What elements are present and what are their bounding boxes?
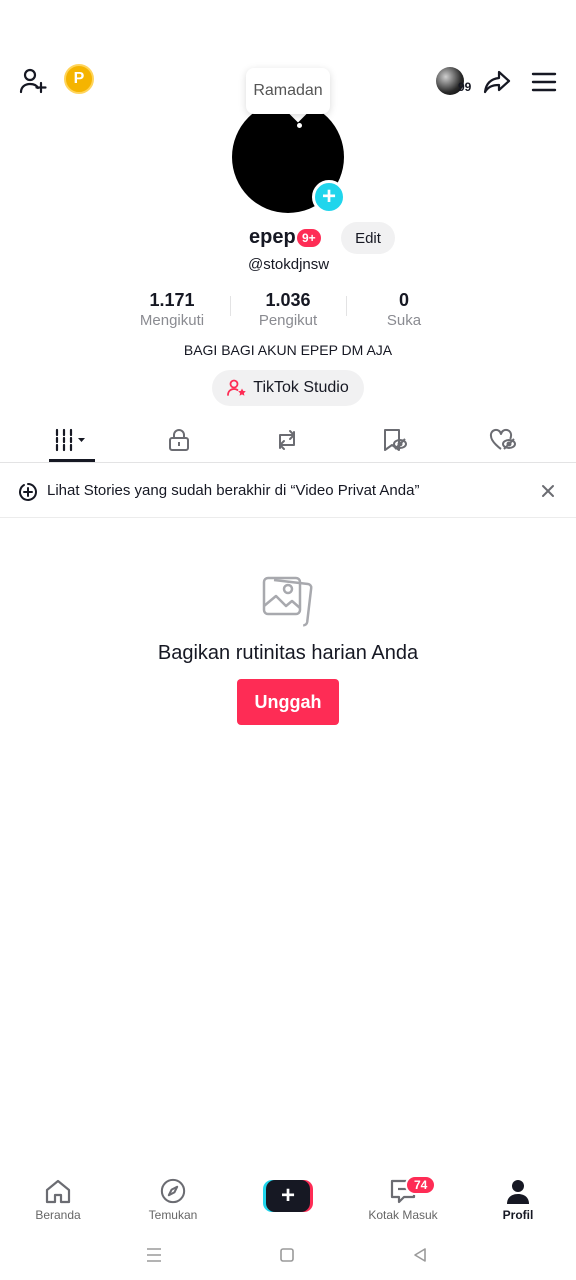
photos-icon xyxy=(262,576,313,627)
coin-button[interactable]: P xyxy=(64,64,94,94)
profile-icon xyxy=(507,1180,529,1204)
stat-label: Pengikut xyxy=(258,312,318,329)
tiktok-studio-button[interactable]: TikTok Studio xyxy=(212,370,364,406)
banner-text: Lihat Stories yang sudah berakhir di “Vi… xyxy=(47,482,420,499)
menu-button[interactable] xyxy=(528,66,560,98)
stat-value: 1.171 xyxy=(149,290,195,310)
tab-favorites[interactable] xyxy=(360,420,430,460)
avatar-dot xyxy=(297,123,302,128)
create-plus-icon: + xyxy=(266,1180,310,1212)
divider xyxy=(346,296,347,316)
system-back-button[interactable] xyxy=(408,1244,432,1266)
coin-icon: P xyxy=(64,64,94,94)
square-icon xyxy=(280,1248,294,1262)
tooltip-text: Ramadan xyxy=(253,82,323,99)
recents-icon xyxy=(147,1248,161,1262)
back-triangle-icon xyxy=(414,1248,426,1262)
divider xyxy=(0,462,576,463)
stat-value: 0 xyxy=(398,290,409,310)
tab-videos-grid[interactable] xyxy=(37,420,107,460)
add-story-icon xyxy=(19,483,37,501)
tab-reposts[interactable] xyxy=(252,420,322,460)
system-home-button[interactable] xyxy=(275,1244,299,1266)
create-video-button[interactable]: + xyxy=(263,1180,313,1212)
close-icon[interactable] xyxy=(541,484,555,498)
share-arrow-icon xyxy=(483,70,511,94)
share-profile-button[interactable] xyxy=(481,66,513,98)
stat-following[interactable]: 1.171 Mengikuti xyxy=(117,290,227,329)
person-plus-icon xyxy=(19,68,47,94)
empty-state-title: Bagikan rutinitas harian Anda xyxy=(157,642,419,664)
stat-likes[interactable]: 0 Suka xyxy=(349,290,459,329)
display-name: epep xyxy=(249,226,296,248)
repost-icon xyxy=(279,430,295,450)
upload-button[interactable]: Unggah xyxy=(237,679,339,725)
studio-label: TikTok Studio xyxy=(253,379,349,396)
lock-icon xyxy=(169,429,189,451)
nav-label: Temukan xyxy=(148,1208,198,1222)
mini-avatar-badge: 99 xyxy=(458,80,472,94)
stories-banner[interactable]: Lihat Stories yang sudah berakhir di “Vi… xyxy=(0,466,576,518)
nav-discover[interactable]: Temukan xyxy=(127,1178,219,1222)
add-friend-button[interactable] xyxy=(16,64,50,98)
divider xyxy=(230,296,231,316)
nav-label: Beranda xyxy=(35,1208,81,1222)
nav-home[interactable]: Beranda xyxy=(12,1178,104,1222)
nav-label: Kotak Masuk xyxy=(368,1208,438,1222)
system-recents-button[interactable] xyxy=(142,1244,166,1266)
stat-label: Suka xyxy=(386,312,422,329)
tab-private[interactable] xyxy=(144,420,214,460)
stat-value: 1.036 xyxy=(265,290,311,310)
home-icon xyxy=(45,1179,71,1204)
profile-bio: BAGI BAGI AKUN EPEP DM AJA xyxy=(183,342,393,358)
name-badge: 9+ xyxy=(297,229,321,247)
edit-profile-button[interactable]: Edit xyxy=(341,222,395,254)
stat-followers[interactable]: 1.036 Pengikut xyxy=(233,290,343,329)
plus-icon: + xyxy=(321,183,336,210)
stat-label: Mengikuti xyxy=(139,312,205,329)
compass-icon xyxy=(160,1178,186,1204)
heart-icon xyxy=(489,428,516,450)
nav-profile[interactable]: Profil xyxy=(472,1178,564,1222)
inbox-count-badge: 74 xyxy=(405,1175,437,1195)
tab-liked[interactable] xyxy=(468,420,538,460)
username-handle: @stokdjnsw xyxy=(248,256,330,273)
ramadan-tooltip[interactable]: Ramadan xyxy=(246,68,330,114)
hamburger-menu-icon xyxy=(531,72,557,92)
nav-label: Profil xyxy=(502,1208,534,1222)
add-story-button[interactable]: + xyxy=(312,180,346,214)
grid-icon xyxy=(55,428,85,452)
bookmark-icon xyxy=(384,429,407,451)
creator-studio-icon xyxy=(227,379,247,396)
